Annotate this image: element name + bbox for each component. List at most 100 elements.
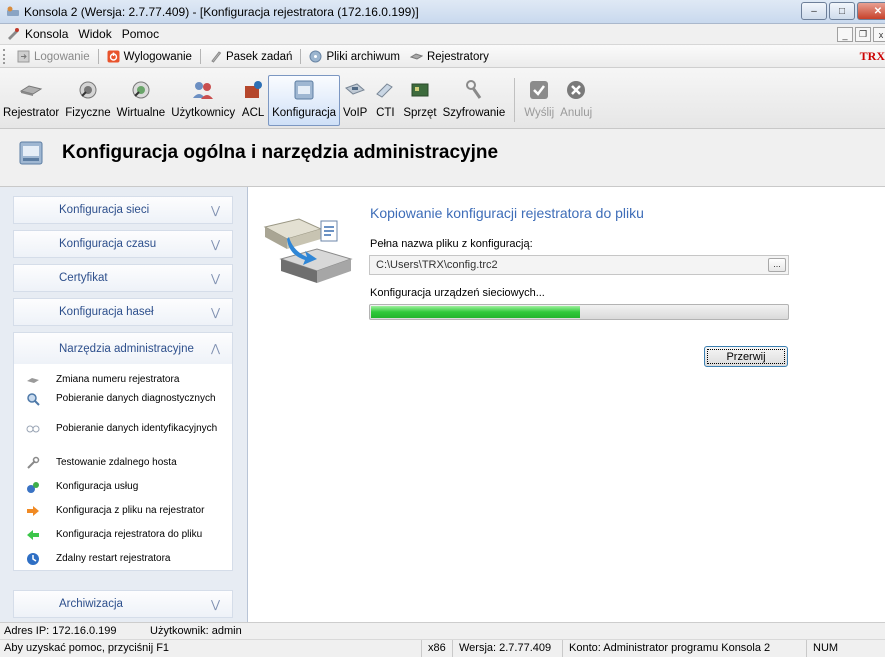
mdi-close-button[interactable]: x bbox=[873, 27, 885, 42]
content-panel: Kopiowanie konfiguracji rejestratora do … bbox=[249, 187, 885, 622]
section-certyfikat[interactable]: Certyfikat ⋁ bbox=[13, 264, 233, 292]
connection-status-bar: Adres IP: 172.16.0.199 Użytkownik: admin bbox=[0, 622, 885, 639]
renumber-icon bbox=[27, 378, 39, 383]
send-icon bbox=[530, 81, 549, 99]
toolbar-fizyczne-button[interactable]: Fizyczne bbox=[62, 78, 113, 126]
section-konfiguracja-sieci[interactable]: Konfiguracja sieci ⋁ bbox=[13, 196, 233, 224]
toolbar-konfiguracja-button[interactable]: Konfiguracja bbox=[268, 75, 341, 126]
toolbar-acl-button[interactable]: ACL bbox=[238, 78, 268, 126]
toolbar-wirtualne-label: Wirtualne bbox=[116, 107, 166, 119]
section-konfiguracja-czasu[interactable]: Konfiguracja czasu ⋁ bbox=[13, 230, 233, 258]
chevron-down-icon: ⋁ bbox=[210, 204, 220, 217]
toolbar-uzytkownicy-button[interactable]: Użytkownicy bbox=[168, 78, 238, 126]
cancel-icon bbox=[567, 81, 586, 99]
chevron-down-icon: ⋁ bbox=[210, 598, 220, 611]
tool-label: Zmiana numeru rejestratora bbox=[56, 374, 180, 385]
login-button[interactable]: Logowanie bbox=[12, 50, 95, 63]
toolbar-wyslij-button[interactable]: Wyślij bbox=[521, 78, 557, 126]
chevron-down-icon: ⋁ bbox=[210, 306, 220, 319]
toolbar-cti-button[interactable]: CTI bbox=[370, 78, 400, 126]
section-label: Archiwizacja bbox=[59, 598, 123, 610]
toolbar-fizyczne-label: Fizyczne bbox=[65, 107, 111, 119]
archive-files-button[interactable]: Pliki archiwum bbox=[304, 50, 405, 63]
toolbar-rejestrator-button[interactable]: Rejestrator bbox=[0, 78, 62, 126]
stop-button[interactable]: Przerwij bbox=[704, 346, 788, 367]
virtual-icon bbox=[132, 81, 150, 99]
browse-button[interactable]: ... bbox=[768, 258, 786, 272]
identification-icon bbox=[26, 425, 40, 433]
voip-icon bbox=[345, 83, 366, 95]
file-path-input[interactable] bbox=[369, 255, 789, 275]
tool-label: Konfiguracja z pliku na rejestrator bbox=[56, 505, 205, 516]
file-path-label: Pełna nazwa pliku z konfiguracją: bbox=[370, 238, 533, 250]
hardware-icon bbox=[411, 83, 429, 97]
section-narzedzia-administracyjne[interactable]: Narzędzia administracyjne ⋀ bbox=[13, 332, 233, 364]
ip-address-text: Adres IP: 172.16.0.199 bbox=[4, 625, 117, 637]
remote-test-icon bbox=[27, 456, 40, 469]
menu-bar: Konsola Widok Pomoc _ ❐ x bbox=[0, 24, 885, 45]
diagnostics-icon bbox=[27, 393, 40, 406]
menu-widok[interactable]: Widok bbox=[78, 27, 111, 41]
toolbar-anuluj-label: Anuluj bbox=[560, 107, 593, 119]
users-icon bbox=[193, 82, 214, 99]
tool-label: Konfiguracja rejestratora do pliku bbox=[56, 529, 203, 540]
logout-label: Wylogowanie bbox=[123, 50, 192, 63]
progress-label: Konfiguracja urządzeń sieciowych... bbox=[370, 287, 545, 299]
toolbar-voip-label: VoIP bbox=[343, 107, 368, 119]
configuration-icon bbox=[294, 80, 314, 100]
app-menu-icon[interactable] bbox=[6, 27, 20, 41]
numlock-indicator: NUM bbox=[806, 640, 844, 657]
toolbar-wirtualne-button[interactable]: Wirtualne bbox=[114, 78, 169, 126]
maximize-button[interactable]: □ bbox=[829, 2, 855, 20]
section-konfiguracja-hasel[interactable]: Konfiguracja haseł ⋁ bbox=[13, 298, 233, 326]
arrow-left-icon bbox=[27, 530, 39, 540]
encryption-icon bbox=[465, 80, 482, 99]
taskbar-label: Pasek zadań bbox=[225, 50, 293, 63]
toolbar-sprzet-button[interactable]: Sprzęt bbox=[400, 78, 439, 126]
minimize-button[interactable]: – bbox=[801, 2, 827, 20]
progress-fill bbox=[371, 306, 580, 318]
progress-bar bbox=[369, 304, 789, 320]
toolbar-rejestrator-label: Rejestrator bbox=[3, 107, 60, 119]
menu-pomoc[interactable]: Pomoc bbox=[122, 27, 159, 41]
section-label: Narzędzia administracyjne bbox=[59, 342, 194, 355]
title-bar: Konsola 2 (Wersja: 2.7.77.409) - [Konfig… bbox=[0, 0, 885, 24]
brand-logo: TRX bbox=[859, 49, 885, 63]
configuration-icon bbox=[19, 141, 43, 165]
quick-access-bar: Logowanie Wylogowanie Pasek zadań Pliki … bbox=[0, 45, 885, 68]
toolbar-szyfrowanie-button[interactable]: Szyfrowanie bbox=[440, 78, 509, 126]
toolbar-grip[interactable] bbox=[3, 49, 7, 64]
toolbar-szyfrowanie-label: Szyfrowanie bbox=[442, 107, 506, 119]
menu-konsola[interactable]: Konsola bbox=[25, 27, 68, 41]
arch-text: x86 bbox=[421, 640, 452, 657]
archive-files-label: Pliki archiwum bbox=[326, 50, 400, 63]
recorders-button[interactable]: Rejestratory bbox=[405, 50, 494, 63]
physical-icon bbox=[79, 81, 97, 99]
taskbar-icon bbox=[211, 51, 222, 63]
mdi-minimize-button[interactable]: _ bbox=[837, 27, 853, 42]
toolbar-konfiguracja-label: Konfiguracja bbox=[272, 107, 337, 119]
close-button[interactable]: ✕ bbox=[857, 2, 885, 20]
logout-button[interactable]: Wylogowanie bbox=[102, 50, 197, 63]
section-archiwizacja[interactable]: Archiwizacja ⋁ bbox=[13, 590, 233, 618]
restart-icon bbox=[27, 553, 39, 565]
toolbar-voip-button[interactable]: VoIP bbox=[340, 78, 370, 126]
account-text: Konto: Administrator programu Konsola 2 bbox=[562, 640, 776, 657]
toolbar-anuluj-button[interactable]: Anuluj bbox=[557, 78, 595, 126]
recorder-to-file-icon bbox=[263, 218, 353, 283]
recorders-icon bbox=[409, 53, 423, 60]
toolbar-sprzet-label: Sprzęt bbox=[403, 107, 437, 119]
tool-label: Testowanie zdalnego hosta bbox=[56, 457, 177, 468]
admin-tools-list: Zmiana numeru rejestratora Pobieranie da… bbox=[13, 364, 233, 571]
separator bbox=[514, 78, 516, 122]
app-icon bbox=[7, 6, 19, 16]
version-text: Wersja: 2.7.77.409 bbox=[452, 640, 557, 657]
services-icon bbox=[27, 482, 39, 493]
taskbar-button[interactable]: Pasek zadań bbox=[204, 50, 298, 63]
sidebar: Konfiguracja sieci ⋁ Konfiguracja czasu … bbox=[0, 187, 248, 622]
mdi-restore-button[interactable]: ❐ bbox=[855, 27, 871, 42]
section-label: Konfiguracja haseł bbox=[59, 306, 154, 318]
section-label: Konfiguracja sieci bbox=[59, 204, 150, 216]
chevron-up-icon: ⋀ bbox=[210, 343, 220, 355]
help-hint-text: Aby uzyskać pomoc, przyciśnij F1 bbox=[4, 642, 170, 654]
